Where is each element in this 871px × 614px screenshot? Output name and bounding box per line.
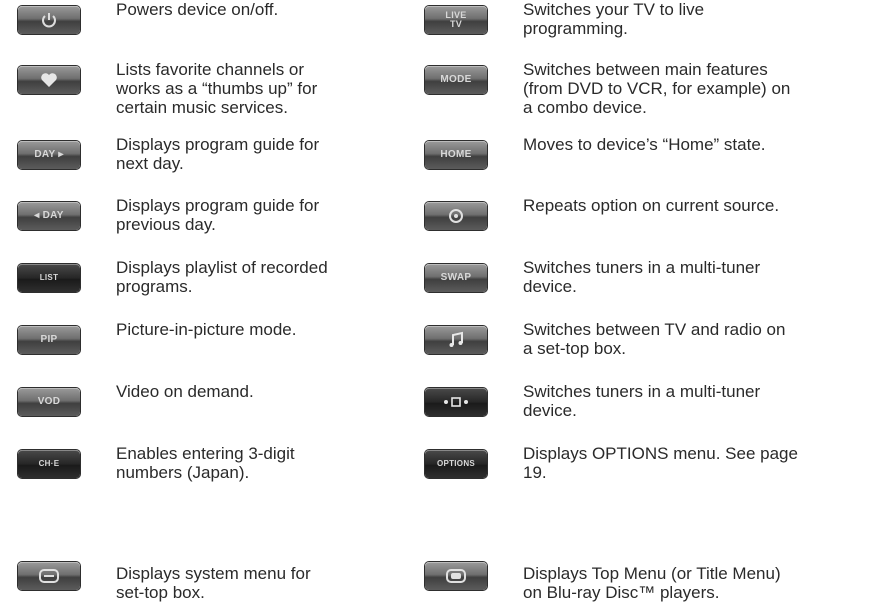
tv-radio-button <box>425 326 487 354</box>
home-button: HOME <box>425 141 487 169</box>
description: Displays OPTIONS menu. See page 19. <box>523 444 798 482</box>
list-item: Displays system menu for set-top box. <box>18 562 311 602</box>
mode-button: MODE <box>425 66 487 94</box>
top-menu-icon <box>446 569 466 583</box>
button-label-bottom: TV <box>449 19 463 29</box>
day-prev-button: ◂ DAY <box>18 202 80 230</box>
live-tv-label: LIVE TV <box>445 11 466 29</box>
heart-icon <box>41 73 57 87</box>
button-label: CH·E <box>38 459 60 468</box>
list-item: Switches between TV and radio on a set-t… <box>425 320 785 358</box>
button-label: DAY ▸ <box>34 149 64 160</box>
list-item: Switches tuners in a multi-tuner device. <box>425 382 760 420</box>
button-label: ◂ DAY <box>34 210 64 221</box>
list-item: SWAP Switches tuners in a multi-tuner de… <box>425 258 760 296</box>
button-label: VOD <box>37 396 61 407</box>
list-item: LIVE TV Switches your TV to live program… <box>425 0 704 38</box>
options-button: OPTIONS <box>425 450 487 478</box>
description: Powers device on/off. <box>116 0 279 19</box>
description: Repeats option on current source. <box>523 196 780 215</box>
day-next-button: DAY ▸ <box>18 141 80 169</box>
list-item: HOME Moves to device’s “Home” state. <box>425 135 766 169</box>
repeat-icon <box>449 209 463 223</box>
music-note-icon <box>449 331 463 347</box>
list-item: Displays Top Menu (or Title Menu) on Blu… <box>425 562 781 602</box>
button-label: PIP <box>40 334 58 345</box>
list-item: VOD Video on demand. <box>18 382 254 416</box>
list-item: OPTIONS Displays OPTIONS menu. See page … <box>425 444 798 482</box>
tuner-dots-icon <box>444 397 468 407</box>
button-label: LIST <box>39 273 59 282</box>
list-item: CH·E Enables entering 3-digit numbers (J… <box>18 444 295 482</box>
description: Switches between main features (from DVD… <box>523 60 791 117</box>
power-icon <box>42 13 56 28</box>
list-item: LIST Displays playlist of recorded progr… <box>18 258 328 296</box>
tuner-button <box>425 388 487 416</box>
description: Switches tuners in a multi-tuner device. <box>523 382 761 420</box>
swap-button: SWAP <box>425 264 487 292</box>
vod-button: VOD <box>18 388 80 416</box>
favorite-button <box>18 66 80 94</box>
description: Displays playlist of recorded programs. <box>116 258 328 296</box>
pip-button: PIP <box>18 326 80 354</box>
menu-icon <box>39 569 59 583</box>
list-item: DAY ▸ Displays program guide for next da… <box>18 135 319 173</box>
description: Switches your TV to live programming. <box>523 0 705 38</box>
description: Lists favorite channels or works as a “t… <box>116 60 318 117</box>
description: Displays program guide for previous day. <box>116 196 320 234</box>
list-item: MODE Switches between main features (fro… <box>425 60 790 117</box>
list-item: Powers device on/off. <box>18 0 278 34</box>
description: Displays program guide for next day. <box>116 135 320 173</box>
ch-e-button: CH·E <box>18 450 80 478</box>
list-item: Repeats option on current source. <box>425 196 779 230</box>
description: Enables entering 3-digit numbers (Japan)… <box>116 444 295 482</box>
top-menu-button <box>425 562 487 590</box>
list-button: LIST <box>18 264 80 292</box>
repeat-button <box>425 202 487 230</box>
button-label: OPTIONS <box>436 459 476 468</box>
list-item: Lists favorite channels or works as a “t… <box>18 60 317 117</box>
button-label: HOME <box>440 149 472 160</box>
description: Moves to device’s “Home” state. <box>523 135 766 154</box>
description: Displays Top Menu (or Title Menu) on Blu… <box>523 564 781 602</box>
button-label: MODE <box>440 74 472 85</box>
description: Displays system menu for set-top box. <box>116 564 311 602</box>
description: Picture-in-picture mode. <box>116 320 297 339</box>
description: Switches between TV and radio on a set-t… <box>523 320 786 358</box>
system-menu-button <box>18 562 80 590</box>
live-tv-button: LIVE TV <box>425 6 487 34</box>
list-item: ◂ DAY Displays program guide for previou… <box>18 196 319 234</box>
list-item: PIP Picture-in-picture mode. <box>18 320 296 354</box>
description: Switches tuners in a multi-tuner device. <box>523 258 761 296</box>
button-label: SWAP <box>440 272 472 283</box>
button-reference-page: Powers device on/off. Lists favorite cha… <box>0 0 871 614</box>
power-button <box>18 6 80 34</box>
description: Video on demand. <box>116 382 254 401</box>
